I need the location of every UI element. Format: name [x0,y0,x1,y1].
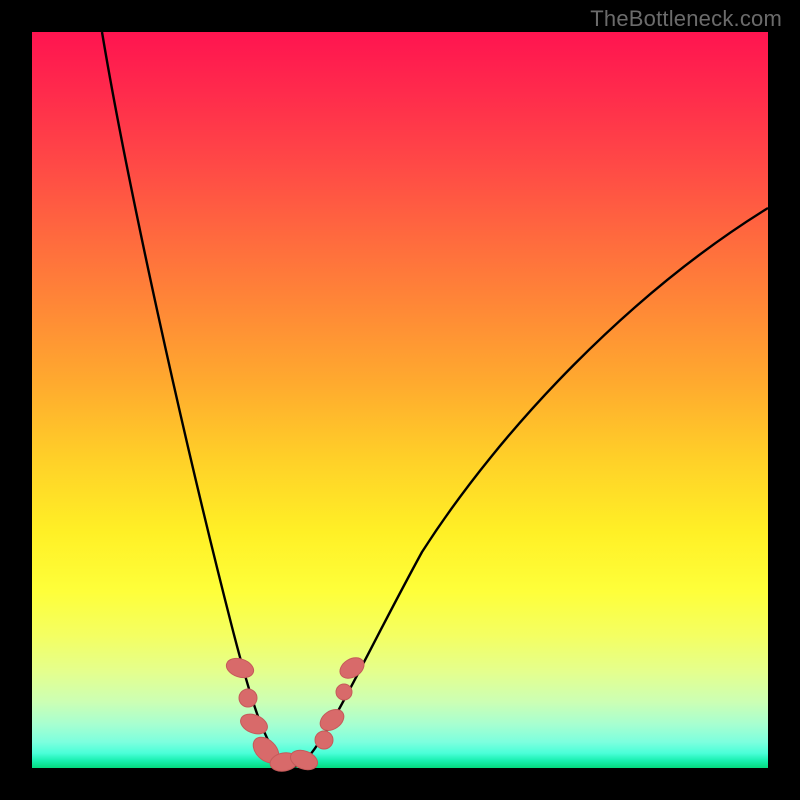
marker [316,705,348,735]
marker [288,747,320,773]
marker [239,689,257,707]
curve-markers [224,653,368,773]
chart-svg [32,32,768,768]
chart-frame: TheBottleneck.com [0,0,800,800]
watermark-text: TheBottleneck.com [590,6,782,32]
marker [224,655,256,681]
bottleneck-curve [102,32,768,767]
marker [336,653,368,682]
marker [336,684,352,700]
marker [315,731,333,749]
